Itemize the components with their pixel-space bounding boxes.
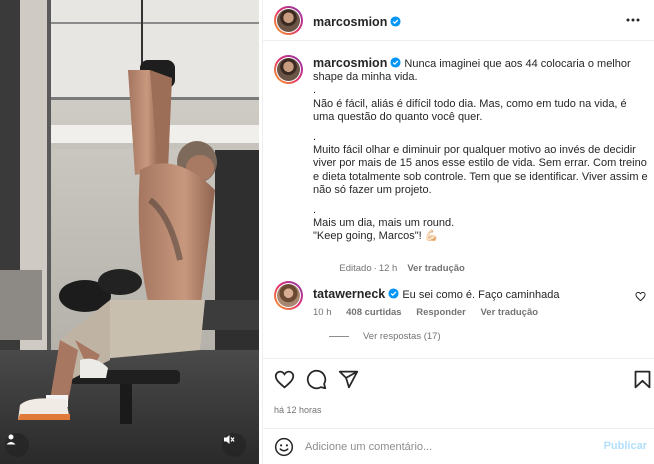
caption-line: Não é fácil, aliás é difícil todo dia. M… [313, 97, 630, 123]
comment-icon[interactable] [306, 369, 327, 390]
author-name-wrap: marcosmion [313, 13, 401, 31]
caption-line: "Keep going, Marcos"! 💪🏻 [313, 230, 439, 243]
comment-see-translation[interactable]: Ver tradução [481, 307, 539, 318]
comment-time: 10 h [313, 307, 332, 318]
send-icon[interactable] [338, 369, 359, 390]
comment-body: tatawerneck Eu sei como é. Faço caminhad… [313, 287, 613, 301]
post-header: marcosmion [263, 0, 654, 41]
caption-line: Mais um dia, mais um round. [313, 217, 455, 230]
gym-photo [0, 0, 259, 464]
caption-line: . [313, 204, 317, 217]
heart-icon[interactable] [274, 369, 295, 390]
comment-likes[interactable]: 408 curtidas [346, 307, 401, 318]
post-actions: há 12 horas [263, 358, 654, 428]
post-media[interactable] [0, 0, 259, 464]
comment-meta: 10 h 408 curtidas Responder Ver tradução [313, 307, 550, 318]
edited-label: Editado [339, 262, 372, 274]
comment-like-heart-icon[interactable] [635, 291, 646, 302]
view-replies-button[interactable]: Ver respostas (17) [329, 331, 441, 342]
commenter-avatar[interactable] [274, 281, 303, 310]
mute-icon [224, 435, 235, 444]
author-username[interactable]: marcosmion [313, 15, 387, 29]
mute-button[interactable] [222, 433, 246, 457]
caption-author-avatar[interactable] [274, 55, 303, 84]
bookmark-icon[interactable] [632, 369, 653, 390]
caption-time: 12 h [378, 262, 398, 274]
caption-text: marcosmion Nunca imaginei que aos 44 col… [313, 56, 651, 288]
publish-button[interactable]: Publicar [604, 440, 647, 452]
caption-username[interactable]: marcosmion [313, 56, 387, 70]
add-comment-bar: Publicar [263, 428, 654, 464]
post-sidebar: marcosmion marcosmion Nunca imaginei que… [262, 0, 654, 464]
more-horizontal-icon[interactable] [625, 12, 641, 28]
commenter-username[interactable]: tatawerneck [313, 287, 385, 301]
replies-divider [329, 336, 349, 337]
comment-item: tatawerneck Eu sei como é. Faço caminhad… [274, 281, 646, 342]
view-replies-label: Ver respostas (17) [363, 331, 441, 342]
caption-line: . [313, 84, 317, 97]
emoji-icon[interactable] [274, 437, 294, 457]
post-time-ago[interactable]: há 12 horas [274, 405, 322, 415]
author-avatar[interactable] [274, 6, 303, 35]
caption-line: . [313, 131, 317, 144]
comment-text: Eu sei como é. Faço caminhada [402, 289, 560, 301]
verified-badge-icon [390, 57, 401, 68]
caption-see-translation[interactable]: Ver tradução [407, 263, 465, 274]
caption-line: Muito fácil olhar e diminuir por qualque… [313, 144, 651, 196]
comments-scroll-area[interactable]: marcosmion Nunca imaginei que aos 44 col… [263, 42, 654, 358]
comment-input[interactable] [305, 438, 595, 456]
user-tag-button[interactable] [5, 433, 29, 457]
verified-badge-icon [390, 16, 401, 27]
reply-button[interactable]: Responder [416, 307, 466, 318]
user-tag-icon [6, 434, 16, 445]
verified-badge-icon [388, 288, 399, 299]
